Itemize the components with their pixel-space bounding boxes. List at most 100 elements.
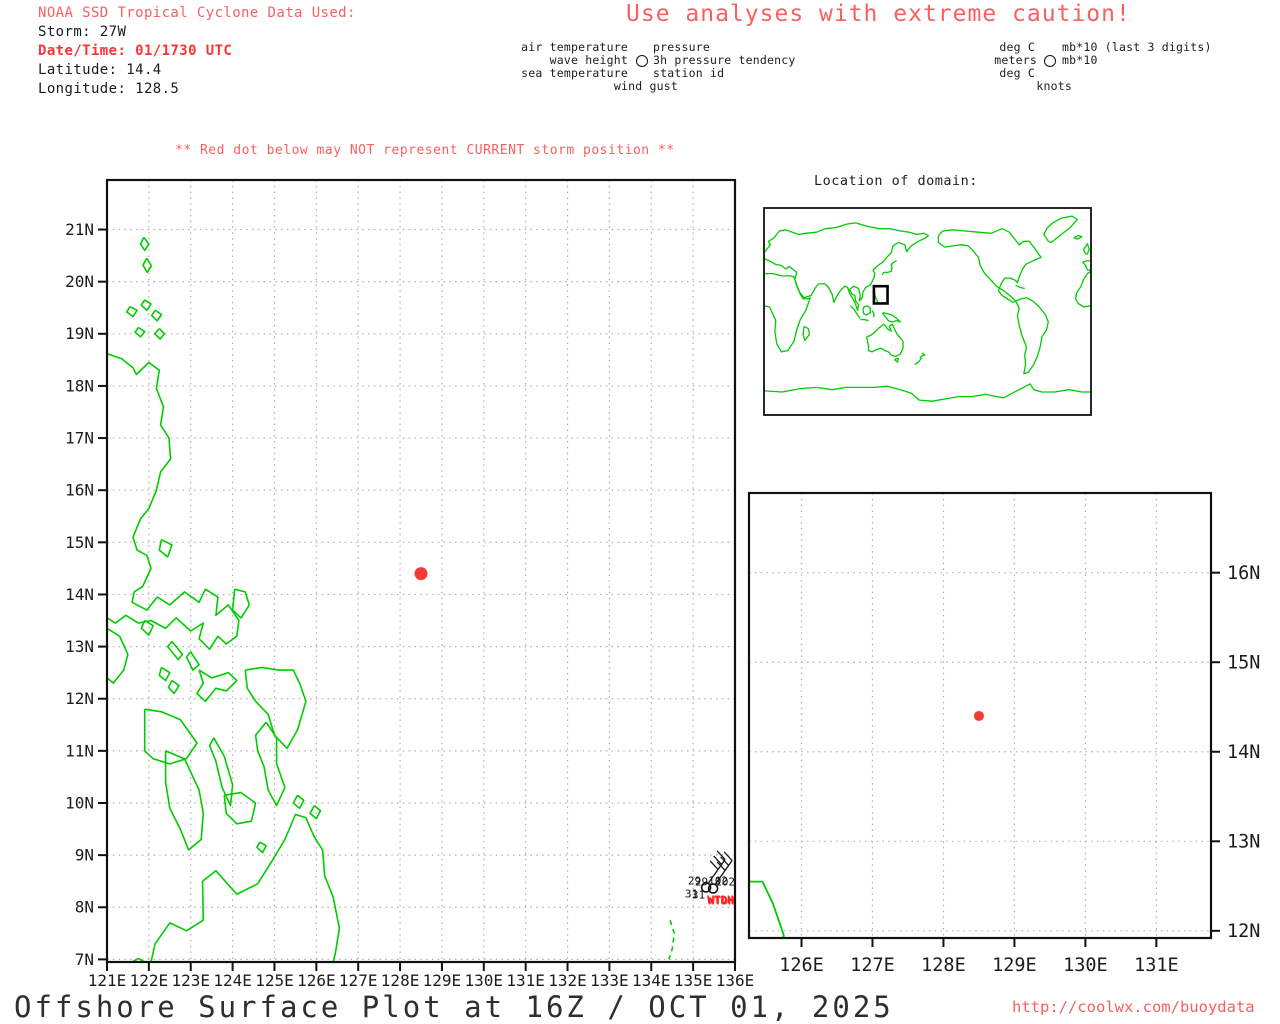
main-lon-label: 122E xyxy=(130,971,169,990)
coastline xyxy=(863,306,870,315)
zoom-lon-label: 130E xyxy=(1063,955,1108,976)
coastline xyxy=(127,307,137,317)
main-lat-label: 12N xyxy=(65,689,94,708)
station-id: WTDH xyxy=(708,894,735,907)
coastline xyxy=(210,738,233,806)
coastline xyxy=(535,658,556,688)
coastline xyxy=(224,793,255,824)
legend-unit-degc-sea: deg C xyxy=(999,68,1035,80)
legend-unit-degc-air: deg C xyxy=(999,42,1035,54)
coastline xyxy=(1076,271,1091,307)
zoom-lon-label: 126E xyxy=(779,955,824,976)
main-lon-label: 130E xyxy=(465,971,504,990)
legend-unit-meters: meters xyxy=(994,55,1037,67)
coastline xyxy=(867,324,903,356)
main-lon-label: 127E xyxy=(339,971,378,990)
zoom-lon-label: 128E xyxy=(921,955,966,976)
legend-pressure-tendency: 3h pressure tendency xyxy=(653,55,795,67)
coastline xyxy=(141,300,151,310)
coastline xyxy=(1016,298,1049,374)
zoom-lat-label: 13N xyxy=(1227,832,1260,853)
legend-unit-knots: knots xyxy=(1036,81,1072,93)
main-lon-label: 131E xyxy=(506,971,545,990)
coastline xyxy=(168,641,183,659)
legend-unit-pressure: mb*10 (last 3 digits) xyxy=(1062,42,1212,54)
coastline xyxy=(151,815,339,963)
coastline xyxy=(494,293,510,309)
coastline xyxy=(480,258,498,275)
legend-air-temperature: air temperature xyxy=(521,42,628,54)
legend-sea-temperature: sea temperature xyxy=(521,68,628,80)
coastline xyxy=(1044,216,1078,242)
coastline xyxy=(447,338,671,846)
coastline xyxy=(669,920,674,959)
coastline xyxy=(169,681,180,694)
zoom-lat-label: 16N xyxy=(1227,563,1260,584)
main-lat-label: 8N xyxy=(75,898,94,917)
page: 21N20N19N18N17N16N15N14N13N12N11N10N9N8N… xyxy=(0,0,1280,1024)
coastline xyxy=(938,229,1041,303)
main-lat-label: 13N xyxy=(65,637,94,656)
station-sea-temperature: 31 xyxy=(692,888,705,901)
main-lat-label: 17N xyxy=(65,429,94,448)
main-lon-label: 124E xyxy=(213,971,252,990)
legend-wave-height: wave height xyxy=(550,55,628,67)
coastline xyxy=(145,709,197,764)
zoom-storm-position-dot xyxy=(974,711,984,721)
legend-station-id: station id xyxy=(653,68,724,80)
main-lon-label: 123E xyxy=(171,971,210,990)
main-lat-label: 20N xyxy=(65,272,94,291)
coastline xyxy=(915,353,925,365)
coastline xyxy=(550,832,575,863)
main-lat-label: 18N xyxy=(65,376,94,395)
main-lon-label: 121E xyxy=(88,971,127,990)
zoom-lat-label: 12N xyxy=(1227,921,1260,942)
inset-map-layer xyxy=(764,216,1091,401)
coastline xyxy=(895,359,899,363)
legend-pressure: pressure xyxy=(653,42,710,54)
main-lat-label: 10N xyxy=(65,793,94,812)
station-plot: 2910231WTDH2910231WTDH xyxy=(685,851,735,908)
legend-unit-tendency: mb*10 xyxy=(1062,55,1098,67)
coastline xyxy=(141,621,153,636)
coastline xyxy=(872,310,874,317)
zoom-lat-label: 14N xyxy=(1227,742,1260,763)
station-circle-icon xyxy=(636,55,648,67)
main-storm-position-dot xyxy=(415,567,428,580)
main-lat-label: 7N xyxy=(75,950,94,969)
zoom-lon-label: 131E xyxy=(1134,955,1179,976)
header-latitude: Latitude: 14.4 xyxy=(38,63,162,77)
header-longitude: Longitude: 128.5 xyxy=(38,82,179,96)
main-lat-label: 21N xyxy=(65,220,94,239)
coastline xyxy=(535,877,553,899)
coastline xyxy=(860,320,868,321)
station-pressure: 102 xyxy=(715,875,735,888)
coastline xyxy=(660,743,688,792)
source-url: http://coolwx.com/buoydata xyxy=(1012,1000,1255,1016)
main-lat-label: 11N xyxy=(65,741,94,760)
inset-map-border xyxy=(764,208,1091,415)
header-datetime: Date/Time: 01/1730 UTC xyxy=(38,44,232,58)
coastline xyxy=(310,806,320,819)
coastline xyxy=(293,795,304,808)
inset-map-title: Location of domain: xyxy=(814,175,978,189)
main-lon-label: 135E xyxy=(674,971,713,990)
coastline xyxy=(257,842,266,852)
zoom-map-layer xyxy=(447,138,1280,1024)
coastline xyxy=(159,667,170,680)
coastline xyxy=(187,652,200,670)
coastline xyxy=(197,670,237,701)
coastline xyxy=(523,264,539,282)
main-lat-label: 9N xyxy=(75,846,94,865)
main-lon-label: 133E xyxy=(590,971,629,990)
coastline xyxy=(1083,261,1091,270)
station-air-temperature: 29 xyxy=(695,875,708,888)
coastline xyxy=(505,246,521,264)
coastline xyxy=(1084,244,1090,254)
main-lat-label: 14N xyxy=(65,585,94,604)
main-lon-label: 134E xyxy=(632,971,671,990)
coastline xyxy=(447,810,483,904)
main-lon-label: 129E xyxy=(423,971,462,990)
coastline xyxy=(551,900,569,922)
main-lon-label: 132E xyxy=(548,971,587,990)
